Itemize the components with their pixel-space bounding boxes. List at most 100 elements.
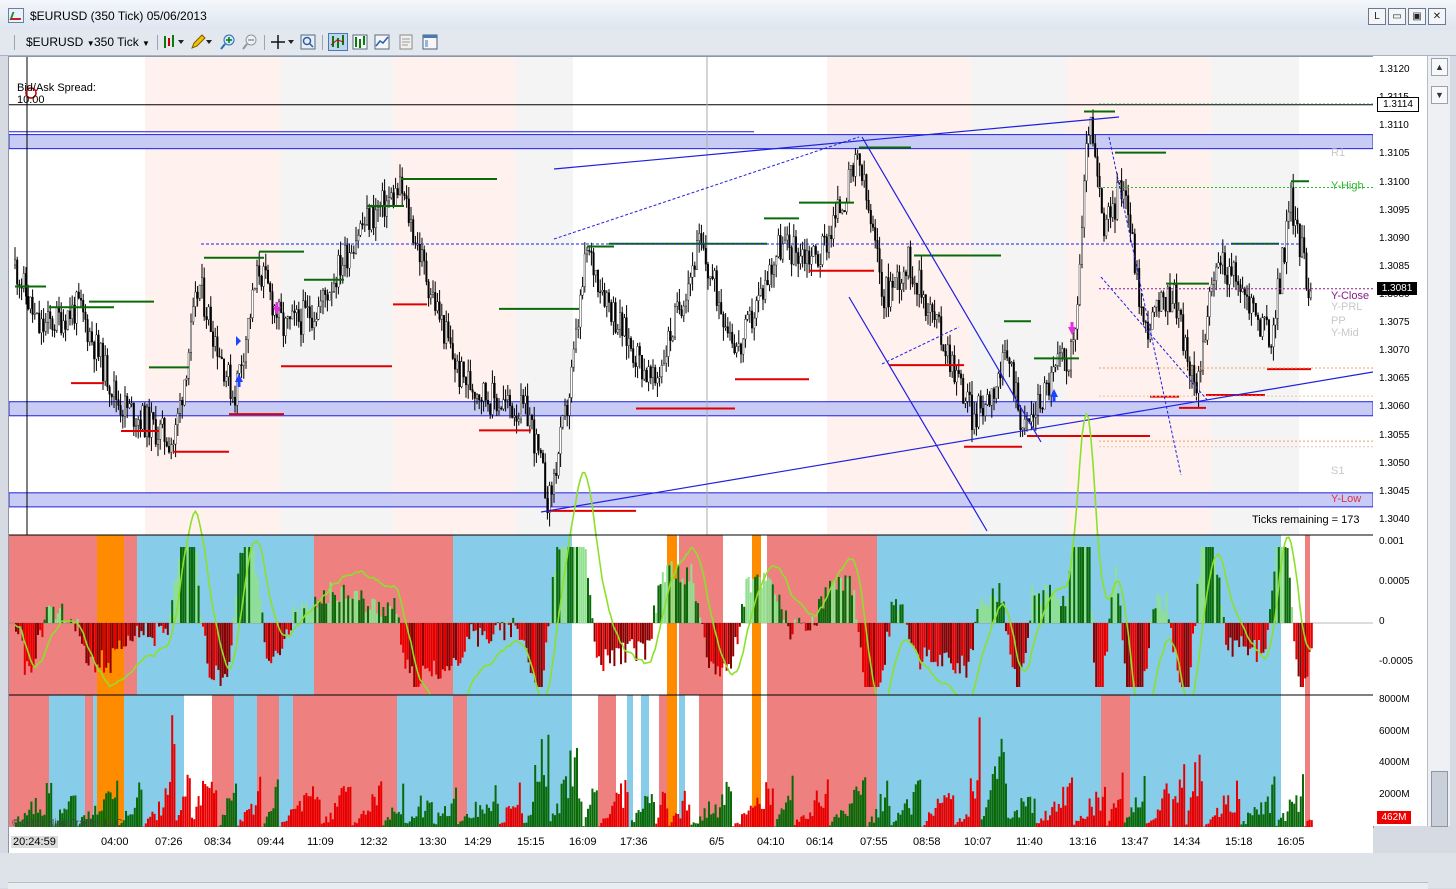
pencil-icon[interactable] [190, 34, 214, 50]
volume-bar [424, 811, 426, 827]
candle-body [1061, 349, 1063, 353]
crosshair-icon[interactable] [270, 34, 296, 50]
candle-body [1011, 362, 1013, 363]
oscillator-bar [151, 623, 153, 638]
volume-bar [833, 817, 835, 827]
candle-body [991, 389, 993, 405]
bar-type-icon[interactable] [162, 34, 186, 50]
oscillator-bar [473, 623, 475, 631]
oscillator-bar [569, 547, 571, 623]
interval-label: 350 Tick [94, 35, 139, 49]
oscillator-bar [598, 623, 600, 656]
price-axis[interactable]: 1.31201.31151.31101.31051.31001.30951.30… [1373, 56, 1427, 826]
chart-window-icon[interactable] [422, 34, 438, 50]
candle-body [549, 486, 551, 513]
candle-body [822, 236, 824, 265]
oscillator-bar [635, 623, 637, 661]
candle-body [993, 389, 995, 399]
volume-bar [1210, 819, 1212, 827]
oscillator-bar [1227, 623, 1229, 650]
time-tick-label: 6/5 [709, 836, 724, 848]
candle-body [533, 420, 535, 454]
volume-bar [488, 808, 490, 827]
zoom-out-icon[interactable] [242, 34, 258, 50]
data-box-icon[interactable] [300, 34, 316, 50]
interval-selector[interactable]: 350 Tick ▼ [94, 34, 150, 51]
zoom-in-icon[interactable] [220, 34, 236, 50]
candle-body [1077, 305, 1079, 330]
price-band [9, 493, 1373, 507]
toolbar-separator [157, 35, 158, 50]
price-tick-label: 1.3090 [1379, 233, 1410, 244]
vertical-scrollbar[interactable]: ▲ ▼ [1427, 56, 1450, 826]
candle-body [122, 415, 124, 416]
volume-bar [1311, 820, 1313, 827]
candle-body [925, 295, 927, 316]
chart-style-icon[interactable] [374, 34, 390, 50]
volume-bar [706, 818, 708, 827]
oscillator-bar [600, 623, 602, 665]
volume-bar [396, 814, 398, 827]
volume-bar [1133, 812, 1135, 827]
candle-body [454, 359, 456, 370]
minimize-button[interactable]: ▭ [1388, 8, 1406, 25]
oscillator-bar [35, 623, 37, 659]
candle-body [1112, 204, 1114, 218]
candle-body [874, 227, 876, 240]
oscillator-bar [391, 609, 393, 623]
volume-bar [908, 808, 910, 827]
volume-bar [1104, 787, 1106, 827]
candle-body [551, 486, 553, 495]
oscillator-bar [1155, 608, 1157, 623]
properties-icon[interactable] [398, 34, 414, 50]
volume-bar [182, 797, 184, 827]
volume-bar [1084, 819, 1086, 827]
candle-body [916, 283, 918, 294]
link-button[interactable]: L [1368, 8, 1386, 25]
oscillator-bar [393, 598, 395, 623]
price-chart-canvas[interactable] [9, 57, 1373, 827]
oscillator-bar [580, 547, 582, 623]
candle-body [390, 193, 392, 198]
ticks-remaining: Ticks remaining = 173 [1252, 514, 1360, 526]
oscillator-bar [426, 623, 428, 668]
candle-body [661, 365, 663, 376]
candle-body [188, 352, 190, 378]
oscillator-bar [1080, 547, 1082, 623]
oscillator-bar [825, 587, 827, 623]
candle-body [802, 250, 804, 257]
oscillator-bar [55, 619, 57, 623]
candle-body [1286, 221, 1288, 262]
volume-zone [598, 695, 616, 827]
oscillator-bar [928, 623, 930, 650]
instrument-selector[interactable]: $EURUSD ▼ [26, 34, 95, 51]
oscillator-bar [268, 623, 270, 661]
oscillator-bar [1150, 618, 1152, 623]
oscillator-bar [976, 609, 978, 623]
candle-body [1020, 410, 1022, 430]
scroll-down-button[interactable]: ▼ [1431, 86, 1448, 104]
candle-body [855, 155, 857, 177]
candle-body [564, 405, 566, 415]
scroll-up-button[interactable]: ▲ [1431, 58, 1448, 76]
oscillator-bar [629, 623, 631, 641]
oscillator-bar [345, 599, 347, 623]
chart-panels[interactable]: Bid/Ask Spread: 10.00 Ticks remaining = … [8, 56, 1374, 828]
volume-bar [748, 811, 750, 827]
strategies-icon[interactable] [352, 34, 368, 50]
volume-bar [178, 815, 180, 827]
candle-body [1288, 212, 1290, 221]
scroll-thumb[interactable] [1431, 771, 1448, 827]
candle-body [905, 272, 907, 276]
volume-bar [1293, 804, 1295, 827]
oscillator-bar [475, 623, 477, 630]
oscillator-bar [523, 623, 525, 641]
volume-bar [1111, 809, 1113, 827]
restore-button[interactable]: ▣ [1408, 8, 1426, 25]
volume-bar [622, 808, 624, 827]
time-axis[interactable]: 20:24:5904:0007:2608:3409:4411:0912:3213… [8, 827, 1373, 853]
volume-bar [765, 782, 767, 827]
indicators-icon[interactable] [328, 33, 348, 51]
candle-body [956, 370, 958, 382]
close-button[interactable]: ✕ [1428, 8, 1446, 25]
